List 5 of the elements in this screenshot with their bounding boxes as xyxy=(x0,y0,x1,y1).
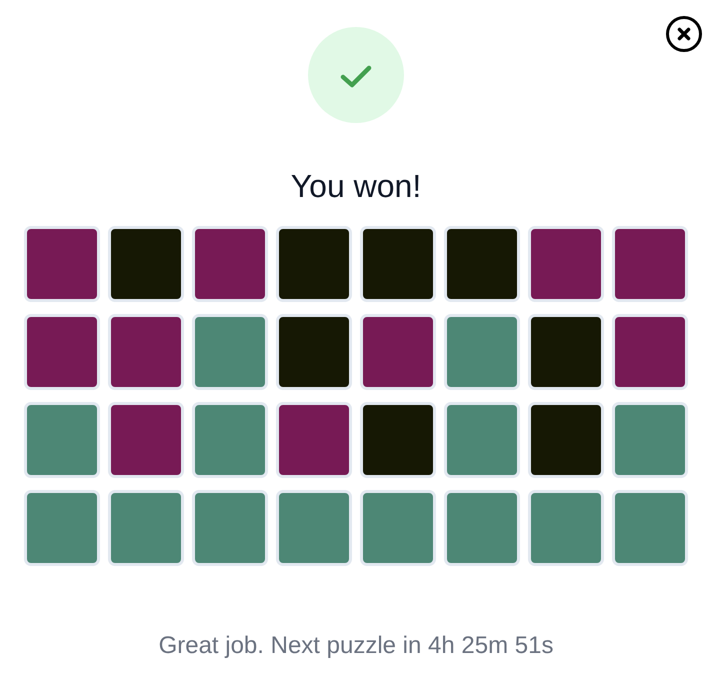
result-title: You won! xyxy=(290,167,422,206)
close-icon xyxy=(666,16,702,52)
close-button[interactable] xyxy=(666,16,702,52)
next-puzzle-message: Great job. Next puzzle in 4h 25m 51s xyxy=(158,631,554,661)
check-icon xyxy=(308,27,404,123)
